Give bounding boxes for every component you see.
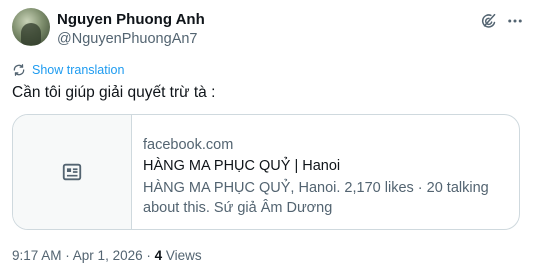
- link-card-description: HÀNG MA PHỤC QUỶ, Hanoi. 2,170 likes · 2…: [143, 180, 489, 216]
- article-icon: [62, 163, 82, 181]
- grok-icon[interactable]: [480, 12, 498, 30]
- tweet-date[interactable]: Apr 1, 2026: [73, 248, 143, 263]
- meta-separator: ·: [142, 248, 155, 263]
- link-card-title: HÀNG MA PHỤC QUỶ | Hanoi: [143, 158, 341, 174]
- author-handle[interactable]: @NguyenPhuongAn7: [57, 31, 198, 47]
- translate-icon: [13, 64, 25, 76]
- link-card[interactable]: facebook.com HÀNG MA PHỤC QUỶ | Hanoi HÀ…: [12, 114, 520, 230]
- tweet-meta: 9:17 AM · Apr 1, 2026 · 4 Views: [12, 248, 202, 263]
- link-card-thumbnail: [13, 115, 132, 229]
- tweet-text: Cần tôi giúp giải quyết trừ tà :: [12, 84, 216, 101]
- avatar[interactable]: [12, 8, 50, 46]
- meta-separator: ·: [61, 248, 73, 263]
- views-label: Views: [162, 248, 202, 263]
- link-card-domain: facebook.com: [143, 137, 234, 153]
- tweet-time[interactable]: 9:17 AM: [12, 248, 62, 263]
- more-options-icon[interactable]: [506, 12, 524, 30]
- views-count: 4: [154, 248, 163, 263]
- show-translation-label: Show translation: [32, 63, 125, 77]
- show-translation-button[interactable]: Show translation: [12, 63, 124, 77]
- author-name[interactable]: Nguyen Phuong Anh: [57, 11, 205, 28]
